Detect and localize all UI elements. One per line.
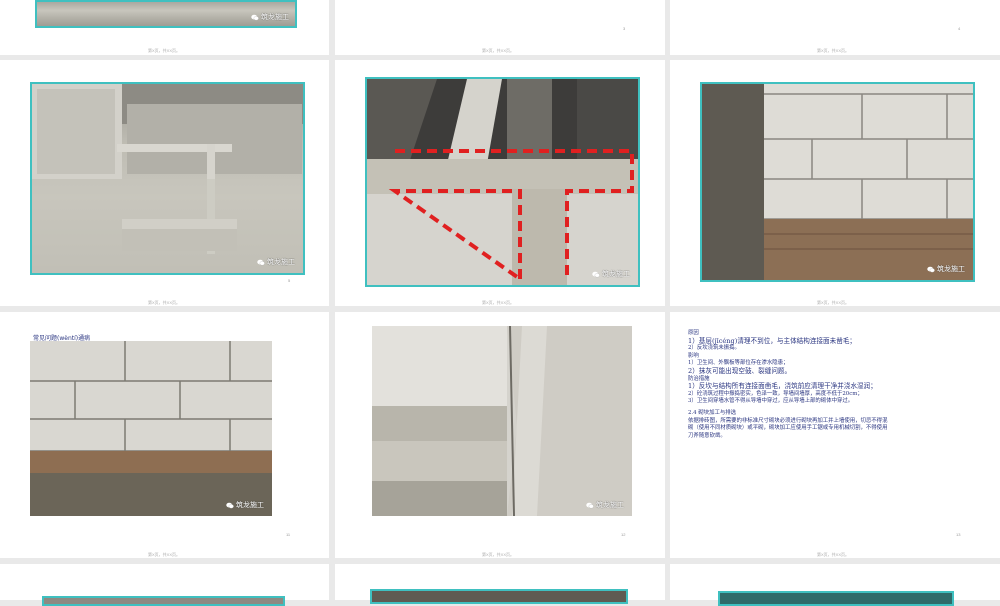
construction-photo: 筑龙施工 xyxy=(372,326,632,516)
construction-photo: 筑龙施工 xyxy=(700,82,975,282)
slide-page[interactable] xyxy=(0,564,329,606)
construction-photo xyxy=(370,589,628,604)
watermark: 筑龙施工 xyxy=(226,500,264,510)
slide-page[interactable]: 常见问题(wèntí)通病 筑龙施工 11 第X页，共XX页。 xyxy=(0,312,329,558)
watermark: 筑龙施工 xyxy=(586,500,624,510)
slide-page[interactable]: 筑龙施工 第X页，共XX页。 xyxy=(0,0,329,55)
page-footer: 第X页，共XX页。 xyxy=(482,300,515,305)
page-number: 4 xyxy=(958,26,961,31)
watermark: 筑龙施工 xyxy=(257,257,295,267)
curb-photo-shapes xyxy=(32,84,303,273)
wechat-icon xyxy=(257,259,265,265)
page-footer: 第X页，共XX页。 xyxy=(482,48,515,53)
construction-photo xyxy=(42,596,285,606)
slide-page[interactable]: 筑龙施工 第X页，共XX页。 xyxy=(670,60,1000,306)
wechat-icon xyxy=(927,266,935,272)
slide-page[interactable] xyxy=(670,564,1000,606)
construction-photo: 筑龙施工 xyxy=(365,77,640,287)
text-line: 刀斧随意砍凿。 xyxy=(688,432,726,439)
wechat-icon xyxy=(226,502,234,508)
page-number: 11 xyxy=(286,532,291,537)
text-line: 2.4 砌块加工与排选 xyxy=(688,409,737,416)
page-number: 13 xyxy=(956,532,961,537)
construction-photo xyxy=(718,591,954,606)
construction-photo: 筑龙施工 xyxy=(30,82,305,275)
text-line: 2）抹灰可能出现空鼓、裂缝问题。 xyxy=(688,366,792,375)
text-line: 砌（使用不同材质砌块）或平砌，砌块加工应使用手工锯或专用机械切割，不得使用 xyxy=(688,425,888,432)
block-wall-photo-shapes xyxy=(30,341,272,516)
wechat-icon xyxy=(592,271,600,277)
page-footer: 第X页，共XX页。 xyxy=(148,300,181,305)
page-number: 3 xyxy=(623,26,626,31)
watermark: 筑龙施工 xyxy=(251,12,289,22)
wall-corner-photo-shapes xyxy=(372,326,632,516)
page-footer: 第X页，共XX页。 xyxy=(148,48,181,53)
watermark: 筑龙施工 xyxy=(927,264,965,274)
page-footer: 第X页，共XX页。 xyxy=(817,300,850,305)
text-line: 2）反坎浇筑未振捣。 xyxy=(688,345,740,352)
text-line: 依据排砖图，所需要的非标准尺寸砌块必须进行砌块再加工并上墙使用，切忌不得混 xyxy=(688,417,888,424)
page-footer: 第X页，共XX页。 xyxy=(817,552,850,557)
slab-joint-photo-shapes xyxy=(367,79,638,285)
slide-page[interactable]: 筑龙施工 12 第X页，共XX页。 xyxy=(335,312,665,558)
slide-page[interactable]: 3 第X页，共XX页。 xyxy=(335,0,665,55)
page-number: 5 xyxy=(288,278,291,283)
text-line: 3）卫生间穿墙水管不得从导墙中穿过，应从导墙上部的砌体中穿过。 xyxy=(688,398,854,405)
watermark: 筑龙施工 xyxy=(592,269,630,279)
construction-photo: 筑龙施工 xyxy=(35,0,297,28)
block-wall-photo-shapes xyxy=(702,84,973,280)
slide-page[interactable]: 4 第X页，共XX页。 xyxy=(670,0,1000,55)
text-line: 1）反坎与结构所有连接面凿毛，浇筑前应清理干净并浇水湿润； xyxy=(688,382,877,391)
text-content: 原因 1）基层(jīcéng)清理不到位，与主体结构连接面未凿毛； 2）反坎浇筑… xyxy=(688,330,948,440)
construction-photo: 筑龙施工 xyxy=(30,341,272,516)
page-number: 12 xyxy=(621,532,626,537)
wechat-icon xyxy=(251,14,259,20)
page-footer: 第X页，共XX页。 xyxy=(148,552,181,557)
page-footer: 第X页，共XX页。 xyxy=(482,552,515,557)
slide-page[interactable] xyxy=(335,564,665,604)
page-footer: 第X页，共XX页。 xyxy=(817,48,850,53)
wechat-icon xyxy=(586,502,594,508)
slide-page[interactable]: 筑龙施工 第X页，共XX页。 xyxy=(335,60,665,306)
slide-page[interactable]: 筑龙施工 5 第X页，共XX页。 xyxy=(0,60,329,306)
